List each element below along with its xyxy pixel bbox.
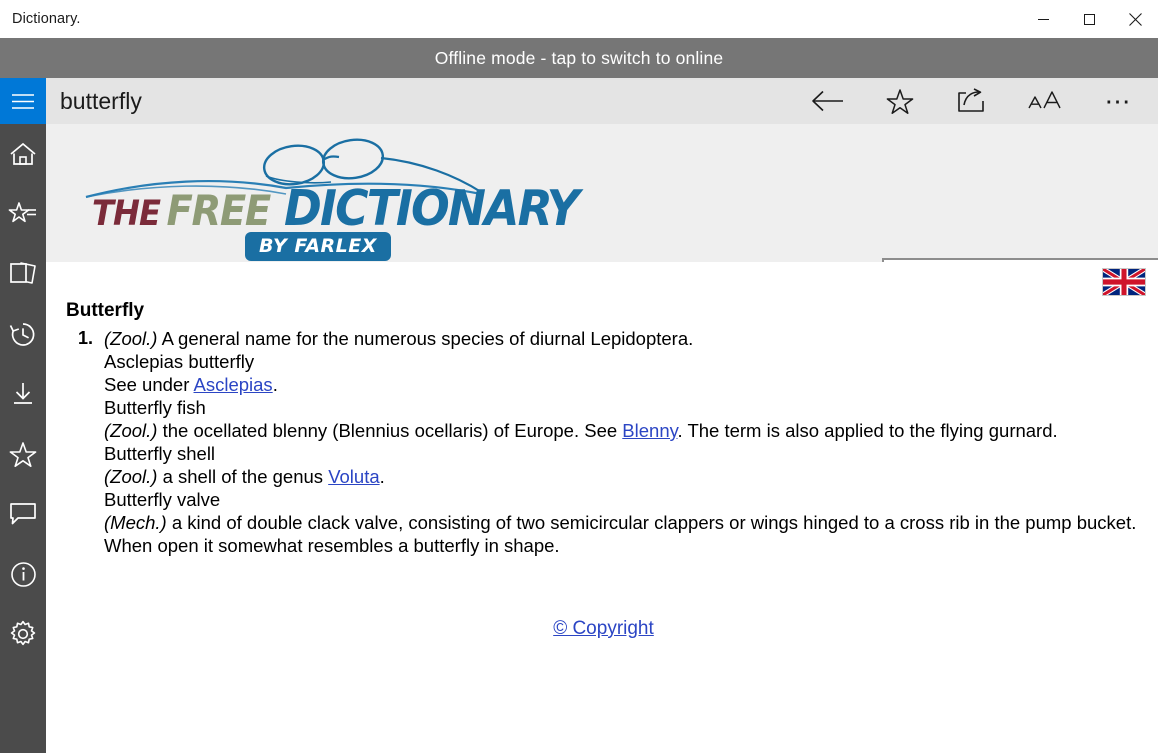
field-label-mech: (Mech.) (104, 512, 167, 533)
sidebar-item-rate[interactable] (0, 424, 46, 484)
sidebar-item-history[interactable] (0, 304, 46, 364)
favorite-star-icon (886, 88, 914, 114)
sidebar-item-home[interactable] (0, 124, 46, 184)
sense-number: 1. (78, 328, 94, 348)
definition-line-2: Asclepias butterfly (104, 351, 255, 372)
offline-mode-banner[interactable]: Offline mode - tap to switch to online (0, 38, 1158, 78)
home-icon (9, 141, 37, 167)
minimize-icon[interactable] (1020, 0, 1066, 38)
window-controls (1020, 0, 1158, 38)
dictionary-entry: Butterfly 1. (Zool.) A general name for … (66, 300, 1141, 639)
cards-icon (8, 261, 38, 287)
definition-line-1: (Zool.) A general name for the numerous … (104, 327, 1141, 350)
logo-byline-badge: BY FARLEX (245, 232, 391, 261)
download-icon (10, 381, 36, 407)
app-command-bar: butterfly ⋯ (46, 78, 1158, 124)
sidebar-item-about[interactable] (0, 544, 46, 604)
copyright-link[interactable]: © Copyright (553, 618, 654, 639)
maximize-icon[interactable] (1066, 0, 1112, 38)
more-ellipsis-icon: ⋯ (1104, 86, 1134, 116)
sidebar-item-downloads[interactable] (0, 364, 46, 424)
field-label-zool-1: (Zool.) (104, 328, 158, 349)
sidebar-item-word-lists[interactable] (0, 184, 46, 244)
dictionary-app-window: Dictionary. Offline mode - tap to switch… (0, 0, 1158, 753)
hamburger-menu-icon[interactable] (0, 78, 46, 124)
logo-the: THE (91, 194, 161, 234)
font-size-icon (1026, 89, 1062, 113)
left-navigation-rail (0, 78, 46, 753)
definition-text-9: a kind of double clack valve, consisting… (104, 512, 1137, 556)
field-label-zool-2: (Zool.) (104, 420, 158, 441)
definition-text-7-after: . (379, 466, 385, 487)
uk-flag (1101, 266, 1147, 298)
feedback-icon (9, 502, 37, 526)
see-under-text: See under (104, 374, 194, 395)
definition-line-4: Butterfly fish (104, 397, 206, 418)
entry-sense: 1. (Zool.) A general name for the numero… (66, 327, 1141, 557)
sidebar-item-settings[interactable] (0, 604, 46, 664)
close-icon[interactable] (1112, 0, 1158, 38)
back-button[interactable] (792, 78, 864, 124)
history-icon (9, 321, 37, 348)
definition-line-3: See under Asclepias. (104, 373, 1141, 396)
definition-text-7: a shell of the genus (157, 466, 329, 487)
field-label-zool-3: (Zool.) (104, 466, 158, 487)
share-icon (957, 88, 987, 114)
logo-dictionary: DICTIONARY (283, 180, 580, 237)
link-voluta[interactable]: Voluta (328, 466, 379, 487)
definition-text-5-after: . The term is also applied to the flying… (677, 420, 1058, 441)
logo-free: FREE (166, 186, 272, 235)
current-word-title: butterfly (60, 87, 142, 114)
favorite-button[interactable] (864, 78, 936, 124)
more-options-button[interactable]: ⋯ (1080, 78, 1158, 124)
share-button[interactable] (936, 78, 1008, 124)
definition-text-5: the ocellated blenny (Blennius ocellaris… (157, 420, 623, 441)
info-icon (10, 561, 37, 588)
window-title-bar: Dictionary. (0, 0, 1158, 38)
settings-gear-icon (9, 620, 37, 648)
star-list-icon (8, 201, 38, 227)
sidebar-item-feedback[interactable] (0, 484, 46, 544)
site-header-band: THE FREE DICTIONARY BY FARLEX (46, 124, 1158, 294)
definition-content-area: Butterfly 1. (Zool.) A general name for … (46, 262, 1158, 753)
window-title: Dictionary. (12, 11, 81, 27)
link-blenny[interactable]: Blenny (622, 420, 677, 441)
star-icon (9, 441, 37, 467)
definition-line-7: (Zool.) a shell of the genus Voluta. (104, 465, 1141, 488)
link-asclepias[interactable]: Asclepias (194, 374, 273, 395)
definition-text-1: A general name for the numerous species … (157, 328, 694, 349)
definition-line-9: (Mech.) a kind of double clack valve, co… (104, 511, 1141, 557)
copyright-row: © Copyright (66, 618, 1141, 640)
see-under-after: . (272, 374, 278, 395)
definition-line-5: (Zool.) the ocellated blenny (Blennius o… (104, 419, 1141, 442)
thefreedictionary-logo[interactable]: THE FREE DICTIONARY BY FARLEX (81, 132, 579, 261)
back-arrow-icon (811, 90, 845, 112)
font-size-button[interactable] (1008, 78, 1080, 124)
definition-line-6: Butterfly shell (104, 443, 216, 464)
sidebar-item-flashcards[interactable] (0, 244, 46, 304)
entry-headword: Butterfly (66, 300, 145, 321)
definition-line-8: Butterfly valve (104, 489, 221, 510)
app-bar-actions: ⋯ (792, 78, 1158, 124)
logo-wordmark: THE FREE DICTIONARY (89, 180, 588, 237)
